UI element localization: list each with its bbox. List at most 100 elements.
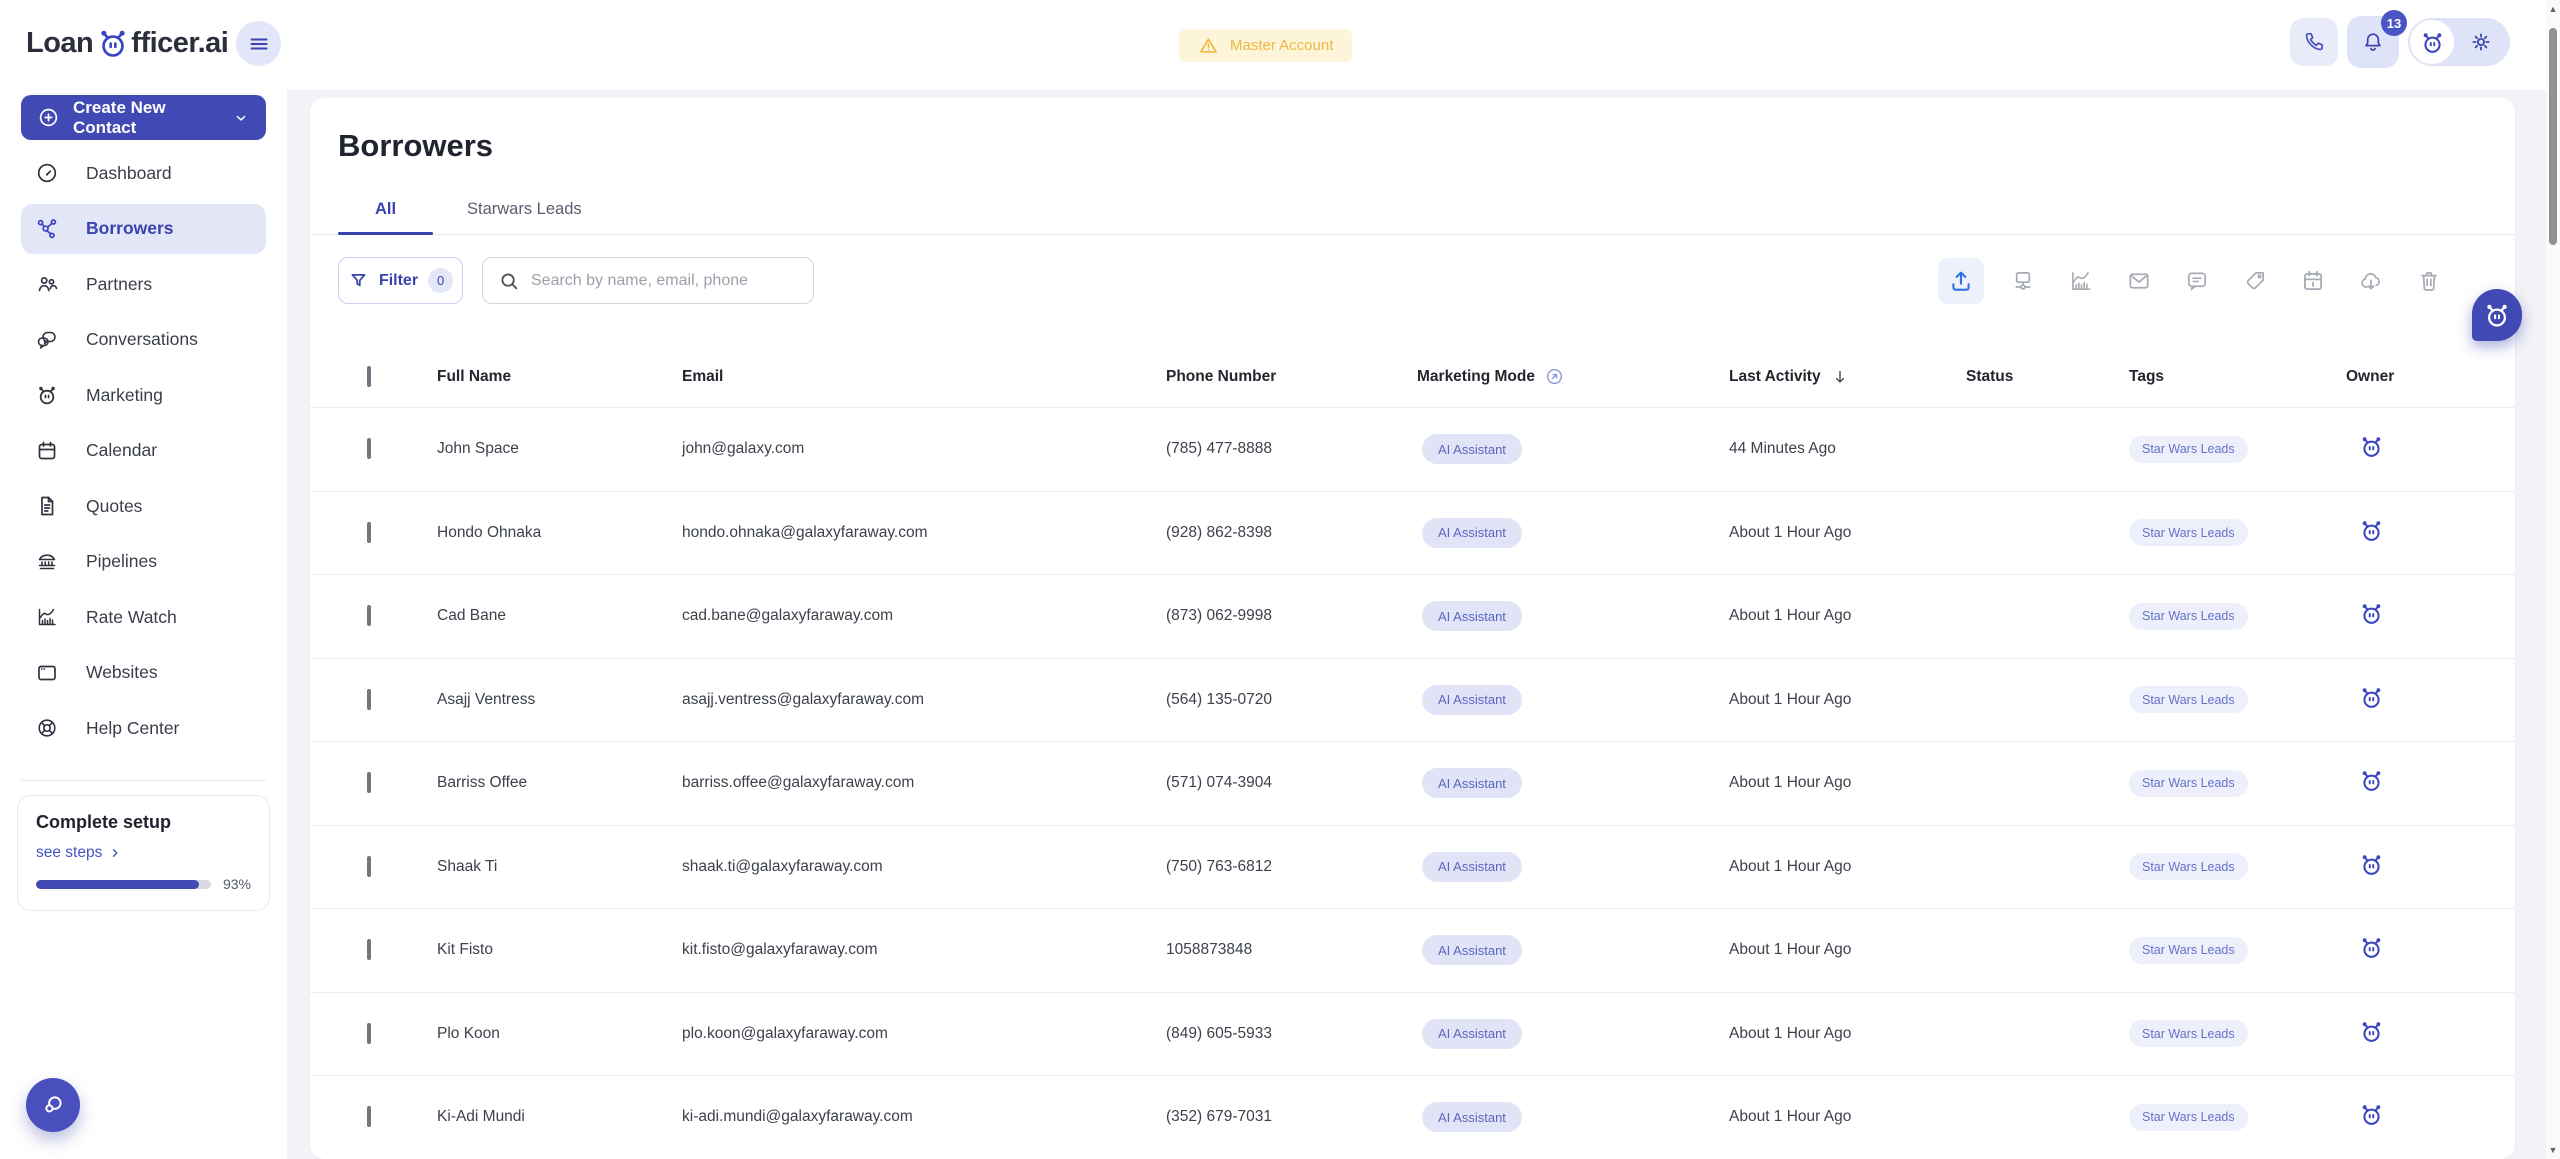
- scrollbar-thumb[interactable]: [2549, 28, 2557, 245]
- bell-icon: [2361, 30, 2385, 54]
- owner-robot-icon[interactable]: [2358, 851, 2385, 878]
- sidebar-item-quotes[interactable]: Quotes: [21, 481, 266, 531]
- support-chat-button[interactable]: [26, 1078, 80, 1132]
- marketing-mode-info-icon[interactable]: [1544, 366, 1565, 387]
- cloud-download-button[interactable]: [2358, 268, 2384, 294]
- tab-starwars-leads[interactable]: Starwars Leads: [455, 185, 594, 234]
- cell-last-activity: About 1 Hour Ago: [1729, 607, 1966, 625]
- ai-assistant-bubble-button[interactable]: [2472, 289, 2522, 341]
- table-row[interactable]: Kit Fisto kit.fisto@galaxyfaraway.com 10…: [310, 909, 2515, 993]
- scroll-down-arrow[interactable]: ▼: [2546, 1145, 2560, 1155]
- setup-progress-track: [36, 880, 211, 889]
- marketing-mode-badge: AI Assistant: [1422, 434, 1522, 464]
- notification-count-badge: 13: [2381, 10, 2407, 36]
- trash-button[interactable]: [2416, 268, 2442, 294]
- table-row[interactable]: Asajj Ventress asajj.ventress@galaxyfara…: [310, 659, 2515, 743]
- sidebar-item-help-center[interactable]: Help Center: [21, 703, 266, 753]
- histogram-button[interactable]: [2068, 268, 2094, 294]
- cell-full-name: Plo Koon: [437, 1025, 682, 1043]
- row-checkbox[interactable]: [367, 605, 371, 626]
- tag-badge: Star Wars Leads: [2129, 436, 2248, 463]
- notifications-button[interactable]: 13: [2347, 16, 2399, 68]
- sidebar-item-borrowers[interactable]: Borrowers: [21, 204, 266, 254]
- sort-down-icon: [1830, 367, 1850, 387]
- owner-robot-icon[interactable]: [2358, 684, 2385, 711]
- lifebuoy-icon: [35, 716, 59, 740]
- sidebar-item-conversations[interactable]: Conversations: [21, 315, 266, 365]
- gear-icon[interactable]: [2469, 30, 2493, 54]
- cell-email: cad.bane@galaxyfaraway.com: [682, 607, 1166, 625]
- row-checkbox[interactable]: [367, 856, 371, 877]
- tag-badge: Star Wars Leads: [2129, 686, 2248, 713]
- cell-last-activity: About 1 Hour Ago: [1729, 691, 1966, 709]
- robot-icon: [2419, 29, 2446, 56]
- sidebar-item-calendar[interactable]: Calendar: [21, 426, 266, 476]
- owner-robot-icon[interactable]: [2358, 517, 2385, 544]
- sidebar-item-rate-watch[interactable]: Rate Watch: [21, 592, 266, 642]
- monitor-button[interactable]: [2010, 268, 2036, 294]
- cell-last-activity: About 1 Hour Ago: [1729, 524, 1966, 542]
- row-checkbox[interactable]: [367, 939, 371, 960]
- col-full-name: Full Name: [437, 368, 682, 386]
- mail-icon: [2126, 268, 2152, 294]
- sidebar-item-websites[interactable]: Websites: [21, 648, 266, 698]
- row-checkbox[interactable]: [367, 1023, 371, 1044]
- sidebar: Create New Contact Dashboard Borrowers P…: [0, 90, 287, 1159]
- owner-robot-icon[interactable]: [2358, 767, 2385, 794]
- sidebar-item-partners[interactable]: Partners: [21, 259, 266, 309]
- table-row[interactable]: Ki-Adi Mundi ki-adi.mundi@galaxyfaraway.…: [310, 1076, 2515, 1159]
- comment-button[interactable]: [2184, 268, 2210, 294]
- header-actions: 13: [2290, 16, 2510, 68]
- sidebar-item-label: Pipelines: [86, 551, 157, 572]
- sidebar-toggle-button[interactable]: [236, 21, 281, 66]
- export-button[interactable]: [1938, 258, 1984, 304]
- page-scrollbar[interactable]: ▲ ▼: [2546, 0, 2560, 1159]
- table-row[interactable]: Shaak Ti shaak.ti@galaxyfaraway.com (750…: [310, 826, 2515, 910]
- search-input[interactable]: [531, 272, 798, 290]
- cell-full-name: Hondo Ohnaka: [437, 524, 682, 542]
- owner-robot-icon[interactable]: [2358, 934, 2385, 961]
- col-last-activity[interactable]: Last Activity: [1729, 367, 1966, 387]
- select-all-checkbox[interactable]: [367, 366, 371, 387]
- marketing-mode-badge: AI Assistant: [1422, 1019, 1522, 1049]
- sidebar-item-pipelines[interactable]: Pipelines: [21, 537, 266, 587]
- phone-button[interactable]: [2290, 18, 2338, 66]
- table-row[interactable]: Hondo Ohnaka hondo.ohnaka@galaxyfaraway.…: [310, 492, 2515, 576]
- owner-robot-icon[interactable]: [2358, 600, 2385, 627]
- cell-phone: (564) 135-0720: [1166, 691, 1417, 709]
- toolbar: [1938, 258, 2442, 304]
- table-row[interactable]: John Space john@galaxy.com (785) 477-888…: [310, 408, 2515, 492]
- col-phone: Phone Number: [1166, 368, 1417, 386]
- owner-robot-icon[interactable]: [2358, 1018, 2385, 1045]
- sidebar-item-dashboard[interactable]: Dashboard: [21, 148, 266, 198]
- tag-button[interactable]: [2242, 268, 2268, 294]
- owner-robot-icon[interactable]: [2358, 433, 2385, 460]
- see-steps-link[interactable]: see steps: [36, 844, 251, 862]
- table-row[interactable]: Cad Bane cad.bane@galaxyfaraway.com (873…: [310, 575, 2515, 659]
- assistant-toggle-button[interactable]: [2410, 20, 2454, 64]
- table-row[interactable]: Barriss Offee barriss.offee@galaxyfarawa…: [310, 742, 2515, 826]
- marketing-mode-badge: AI Assistant: [1422, 518, 1522, 548]
- page-title: Borrowers: [338, 128, 2515, 164]
- owner-robot-icon[interactable]: [2358, 1101, 2385, 1128]
- mail-button[interactable]: [2126, 268, 2152, 294]
- table-row[interactable]: Plo Koon plo.koon@galaxyfaraway.com (849…: [310, 993, 2515, 1077]
- cell-full-name: Barriss Offee: [437, 774, 682, 792]
- sidebar-item-label: Help Center: [86, 718, 179, 739]
- filter-button[interactable]: Filter 0: [338, 257, 463, 304]
- row-checkbox[interactable]: [367, 522, 371, 543]
- histogram-icon: [2068, 268, 2094, 294]
- create-new-contact-button[interactable]: Create New Contact: [21, 95, 266, 140]
- row-checkbox[interactable]: [367, 438, 371, 459]
- row-checkbox[interactable]: [367, 1106, 371, 1127]
- menu-icon: [247, 32, 271, 56]
- tag-badge: Star Wars Leads: [2129, 1104, 2248, 1131]
- table-header: Full Name Email Phone Number Marketing M…: [310, 346, 2515, 408]
- sidebar-item-marketing[interactable]: Marketing: [21, 370, 266, 420]
- calendar-dot-button[interactable]: [2300, 268, 2326, 294]
- tab-all[interactable]: All: [338, 185, 433, 234]
- scroll-up-arrow[interactable]: ▲: [2546, 4, 2560, 14]
- top-header: Loanfficer.ai Master Account 13: [0, 0, 2560, 90]
- row-checkbox[interactable]: [367, 772, 371, 793]
- row-checkbox[interactable]: [367, 689, 371, 710]
